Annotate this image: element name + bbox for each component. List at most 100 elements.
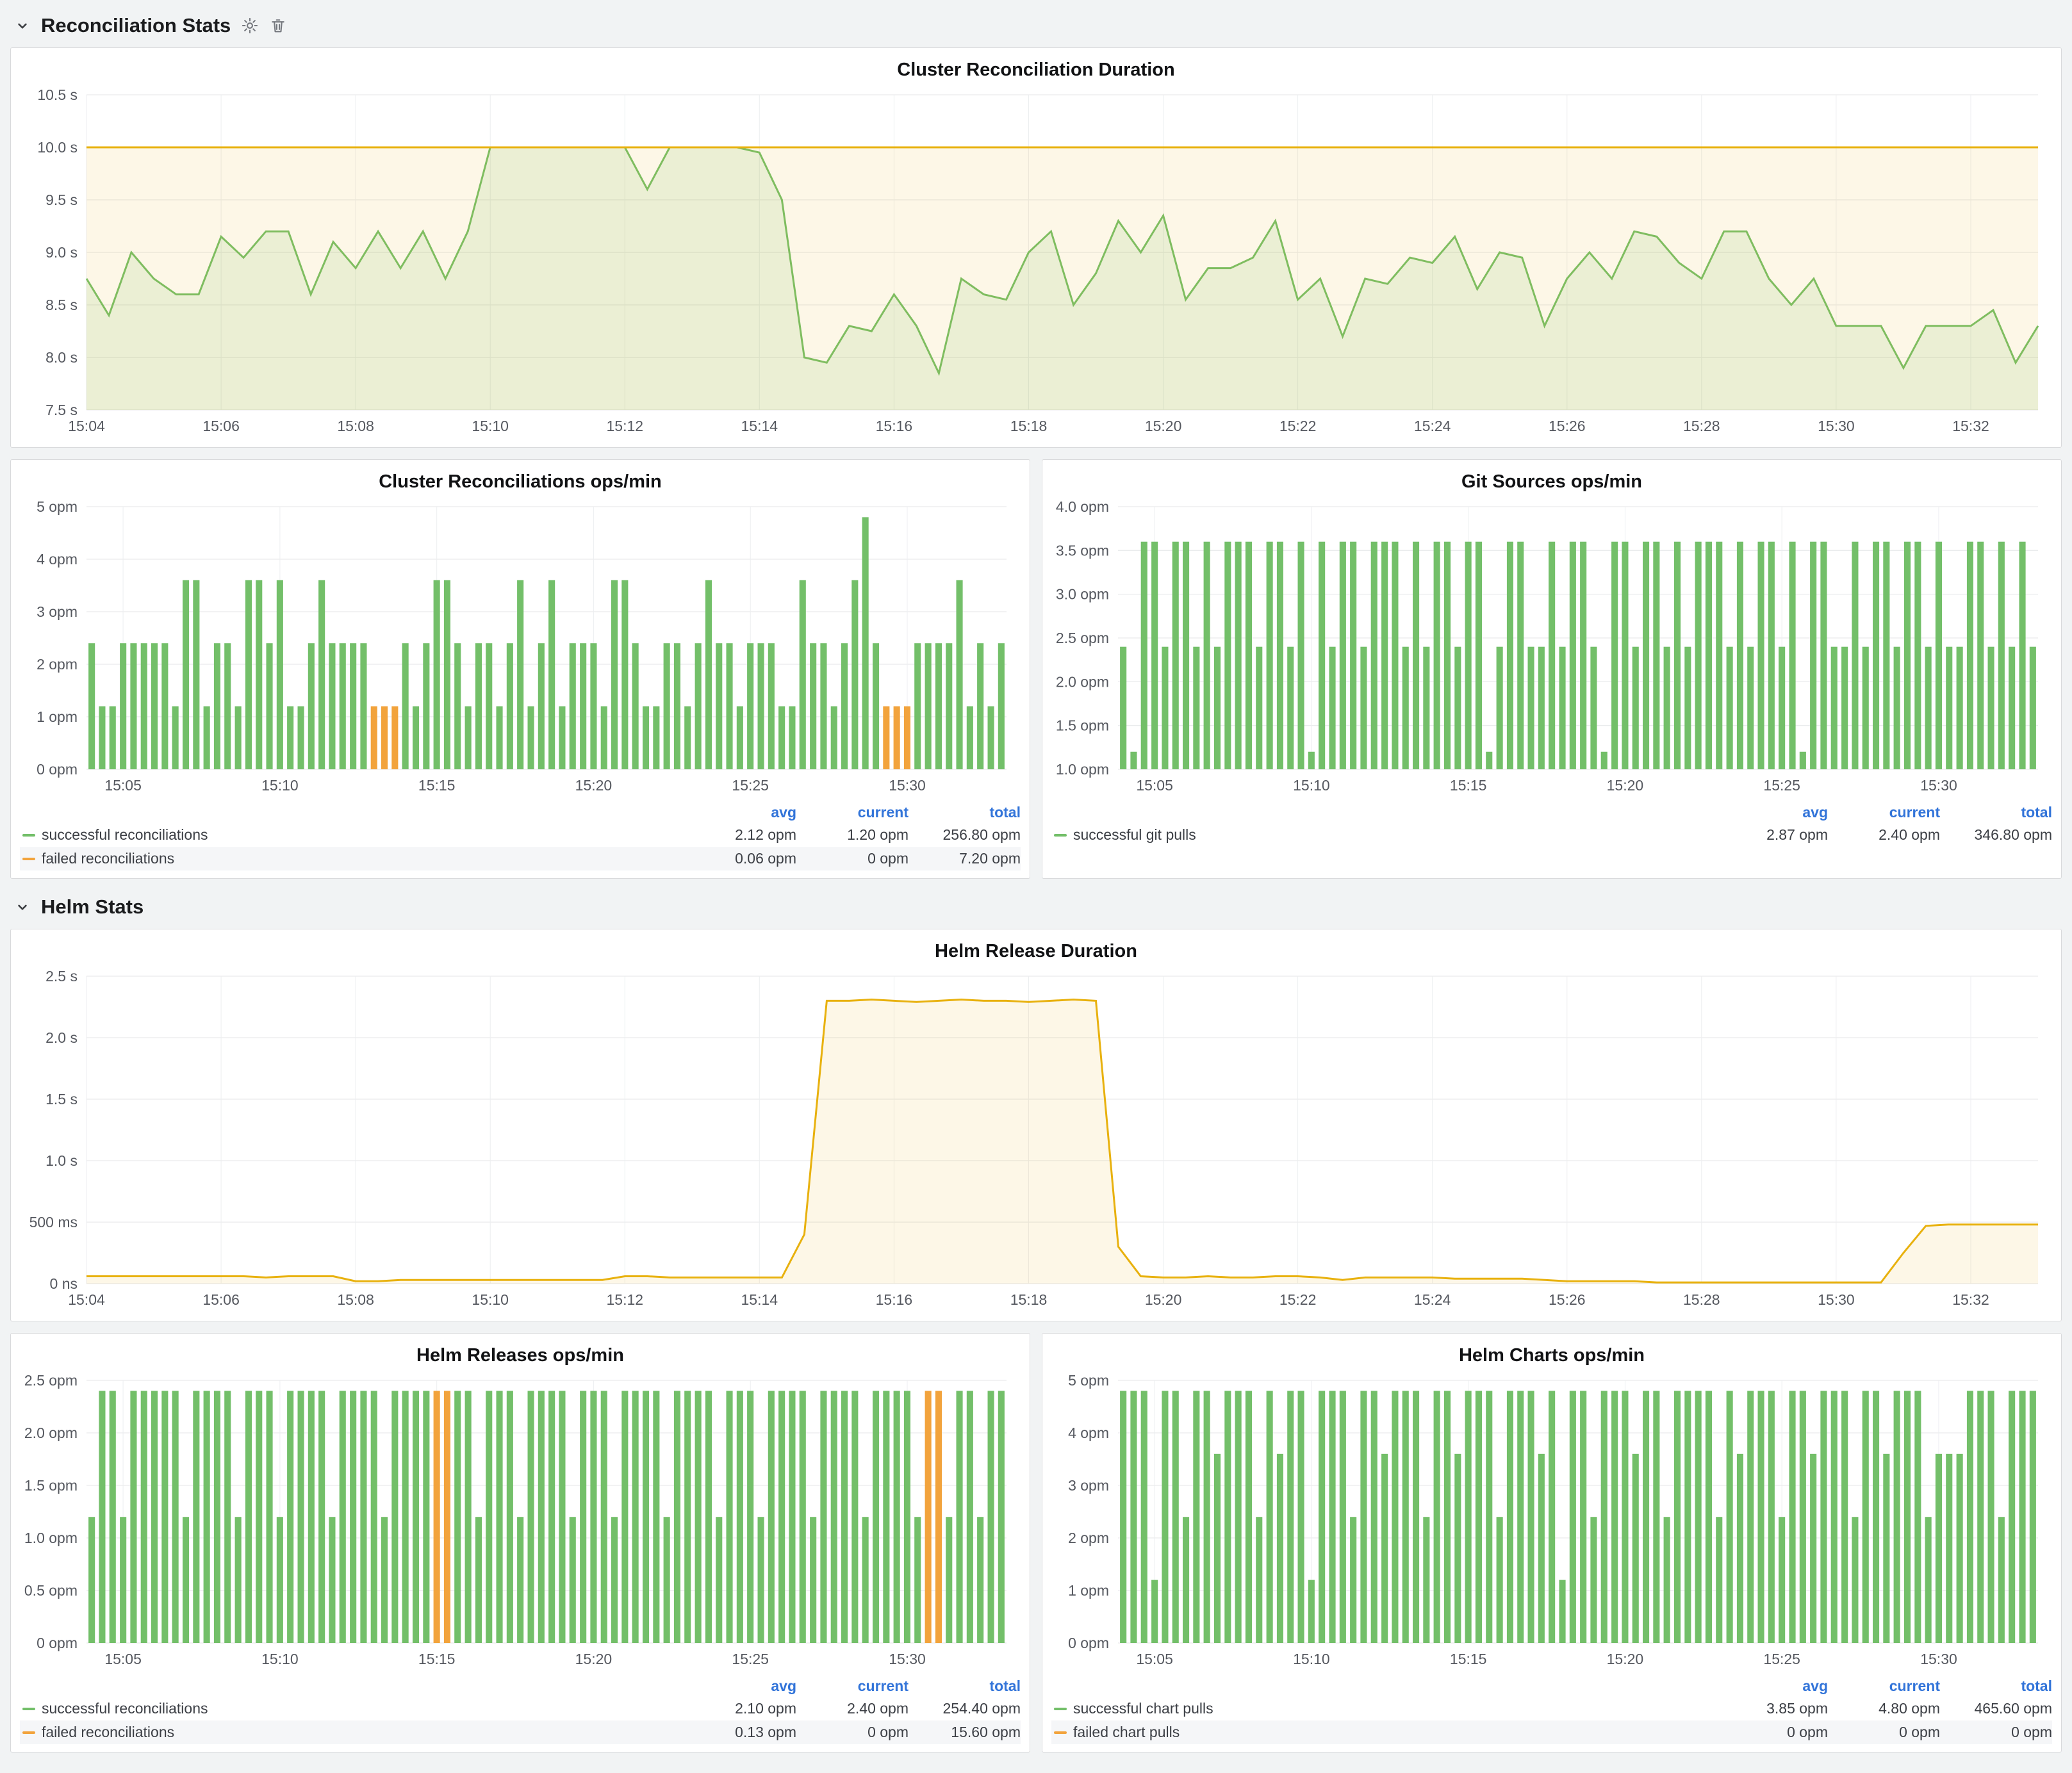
- legend-col-avg[interactable]: avg: [684, 804, 796, 821]
- legend-col-current[interactable]: current: [796, 1678, 909, 1695]
- svg-text:15:04: 15:04: [68, 418, 105, 434]
- series-color-icon: [1054, 1731, 1067, 1734]
- panel-title[interactable]: Cluster Reconciliations ops/min: [20, 466, 1021, 498]
- cluster-reconciliations-opm-canvas[interactable]: 0 opm1 opm2 opm3 opm4 opm5 opm15:0515:10…: [20, 498, 1021, 799]
- legend-header: avgcurrenttotal: [1051, 1675, 2052, 1697]
- helm-release-duration-chart[interactable]: 0 ns500 ms1.0 s1.5 s2.0 s2.5 s15:0415:06…: [20, 967, 2052, 1313]
- legend-series-name[interactable]: successful git pulls: [1073, 826, 1196, 844]
- svg-text:15:20: 15:20: [575, 777, 613, 794]
- svg-text:15:30: 15:30: [1920, 1651, 1957, 1667]
- helm-release-duration-canvas[interactable]: 0 ns500 ms1.0 s1.5 s2.0 s2.5 s15:0415:06…: [20, 967, 2052, 1313]
- legend: avgcurrenttotal successful reconciliation…: [20, 801, 1021, 870]
- svg-text:1.5 opm: 1.5 opm: [1056, 717, 1109, 734]
- svg-text:15:08: 15:08: [337, 418, 374, 434]
- svg-text:15:18: 15:18: [1010, 418, 1048, 434]
- legend-row: failed reconciliations0.06 opm0 opm7.20 …: [20, 847, 1021, 870]
- cluster-reconciliations-opm-chart[interactable]: 0 opm1 opm2 opm3 opm4 opm5 opm15:0515:10…: [20, 498, 1021, 799]
- svg-text:15:30: 15:30: [889, 777, 926, 794]
- legend-series-name[interactable]: failed chart pulls: [1073, 1724, 1180, 1741]
- legend-col-current[interactable]: current: [1828, 1678, 1940, 1695]
- svg-text:8.5 s: 8.5 s: [45, 297, 78, 313]
- svg-text:5 opm: 5 opm: [1068, 1372, 1109, 1389]
- svg-text:8.0 s: 8.0 s: [45, 349, 78, 366]
- svg-text:15:16: 15:16: [876, 1291, 913, 1308]
- series-color-icon: [22, 1731, 35, 1734]
- row-helm-bars: Helm Releases ops/min 0 opm0.5 opm1.0 op…: [10, 1333, 2062, 1753]
- panel-title[interactable]: Helm Charts ops/min: [1051, 1340, 2052, 1371]
- svg-text:15:10: 15:10: [1293, 777, 1330, 794]
- helm-releases-opm-canvas[interactable]: 0 opm0.5 opm1.0 opm1.5 opm2.0 opm2.5 opm…: [20, 1371, 1021, 1672]
- panel-title[interactable]: Helm Release Duration: [20, 936, 2052, 967]
- gear-icon[interactable]: [241, 17, 259, 35]
- legend-series-name[interactable]: failed reconciliations: [42, 850, 174, 867]
- panel-title[interactable]: Git Sources ops/min: [1051, 466, 2052, 498]
- legend-value: 346.80 opm: [1940, 826, 2052, 844]
- svg-text:1 opm: 1 opm: [1068, 1582, 1109, 1599]
- svg-text:15:28: 15:28: [1683, 1291, 1720, 1308]
- svg-text:15:10: 15:10: [472, 1291, 509, 1308]
- legend-row: successful chart pulls3.85 opm4.80 opm46…: [1051, 1697, 2052, 1720]
- svg-text:2 opm: 2 opm: [1068, 1530, 1109, 1546]
- panel-title[interactable]: Cluster Reconciliation Duration: [20, 54, 2052, 86]
- svg-text:2.0 opm: 2.0 opm: [24, 1425, 78, 1441]
- section-title-helm-stats[interactable]: Helm Stats: [41, 895, 144, 919]
- series-color-icon: [22, 834, 35, 837]
- legend-col-avg[interactable]: avg: [684, 1678, 796, 1695]
- legend-value: 2.40 opm: [1828, 826, 1940, 844]
- svg-text:15:32: 15:32: [1952, 418, 1989, 434]
- legend-row: successful reconciliations2.10 opm2.40 o…: [20, 1697, 1021, 1720]
- svg-text:15:15: 15:15: [1450, 777, 1487, 794]
- legend-col-avg[interactable]: avg: [1716, 1678, 1828, 1695]
- legend-series-name[interactable]: successful chart pulls: [1073, 1700, 1213, 1717]
- svg-text:1.0 opm: 1.0 opm: [24, 1530, 78, 1546]
- git-sources-opm-chart[interactable]: 1.0 opm1.5 opm2.0 opm2.5 opm3.0 opm3.5 o…: [1051, 498, 2052, 799]
- legend-series-name[interactable]: successful reconciliations: [42, 1700, 208, 1717]
- legend-col-total[interactable]: total: [909, 804, 1021, 821]
- panel-cluster-reconciliation-duration: Cluster Reconciliation Duration 7.5 s8.0…: [10, 47, 2062, 448]
- svg-text:0 opm: 0 opm: [37, 761, 78, 778]
- svg-text:2.0 s: 2.0 s: [45, 1029, 78, 1046]
- legend-col-current[interactable]: current: [1828, 804, 1940, 821]
- git-sources-opm-canvas[interactable]: 1.0 opm1.5 opm2.0 opm2.5 opm3.0 opm3.5 o…: [1051, 498, 2052, 799]
- cluster-reconciliation-duration-canvas[interactable]: 7.5 s8.0 s8.5 s9.0 s9.5 s10.0 s10.5 s15:…: [20, 86, 2052, 439]
- legend-value: 0 opm: [796, 1724, 909, 1741]
- svg-text:15:14: 15:14: [741, 418, 778, 434]
- svg-text:0 ns: 0 ns: [50, 1275, 78, 1292]
- section-header-helm-stats[interactable]: Helm Stats: [10, 890, 2062, 929]
- legend-series-name[interactable]: failed reconciliations: [42, 1724, 174, 1741]
- svg-text:15:28: 15:28: [1683, 418, 1720, 434]
- svg-text:15:30: 15:30: [889, 1651, 926, 1667]
- svg-text:1.0 s: 1.0 s: [45, 1152, 78, 1169]
- legend-col-total[interactable]: total: [909, 1678, 1021, 1695]
- svg-text:10.5 s: 10.5 s: [37, 86, 78, 103]
- legend-row: successful git pulls2.87 opm2.40 opm346.…: [1051, 823, 2052, 847]
- svg-text:2.5 opm: 2.5 opm: [1056, 630, 1109, 646]
- legend-row: failed chart pulls0 opm0 opm0 opm: [1051, 1720, 2052, 1744]
- legend-col-total[interactable]: total: [1940, 1678, 2052, 1695]
- cluster-reconciliation-duration-chart[interactable]: 7.5 s8.0 s8.5 s9.0 s9.5 s10.0 s10.5 s15:…: [20, 86, 2052, 439]
- legend-series-name[interactable]: successful reconciliations: [42, 826, 208, 844]
- chevron-down-icon[interactable]: [14, 17, 31, 34]
- panel-cluster-reconciliations-opm: Cluster Reconciliations ops/min 0 opm1 o…: [10, 459, 1030, 879]
- svg-text:15:25: 15:25: [1763, 1651, 1800, 1667]
- panel-title[interactable]: Helm Releases ops/min: [20, 1340, 1021, 1371]
- svg-text:15:16: 15:16: [876, 418, 913, 434]
- chevron-down-icon[interactable]: [14, 899, 31, 915]
- legend-col-avg[interactable]: avg: [1716, 804, 1828, 821]
- section-title-reconciliation-stats[interactable]: Reconciliation Stats: [41, 14, 231, 37]
- section-header-reconciliation-stats[interactable]: Reconciliation Stats: [10, 9, 2062, 47]
- svg-text:3 opm: 3 opm: [37, 603, 78, 620]
- helm-releases-opm-chart[interactable]: 0 opm0.5 opm1.0 opm1.5 opm2.0 opm2.5 opm…: [20, 1371, 1021, 1672]
- svg-text:15:20: 15:20: [1145, 418, 1182, 434]
- helm-charts-opm-canvas[interactable]: 0 opm1 opm2 opm3 opm4 opm5 opm15:0515:10…: [1051, 1371, 2052, 1672]
- legend-col-total[interactable]: total: [1940, 804, 2052, 821]
- legend-col-current[interactable]: current: [796, 804, 909, 821]
- svg-text:1.5 s: 1.5 s: [45, 1091, 78, 1107]
- svg-text:15:14: 15:14: [741, 1291, 778, 1308]
- legend-header: avgcurrenttotal: [20, 1675, 1021, 1697]
- svg-text:3.5 opm: 3.5 opm: [1056, 542, 1109, 559]
- trash-icon[interactable]: [269, 17, 287, 35]
- legend-value: 7.20 opm: [909, 850, 1021, 867]
- helm-charts-opm-chart[interactable]: 0 opm1 opm2 opm3 opm4 opm5 opm15:0515:10…: [1051, 1371, 2052, 1672]
- svg-text:2 opm: 2 opm: [37, 656, 78, 673]
